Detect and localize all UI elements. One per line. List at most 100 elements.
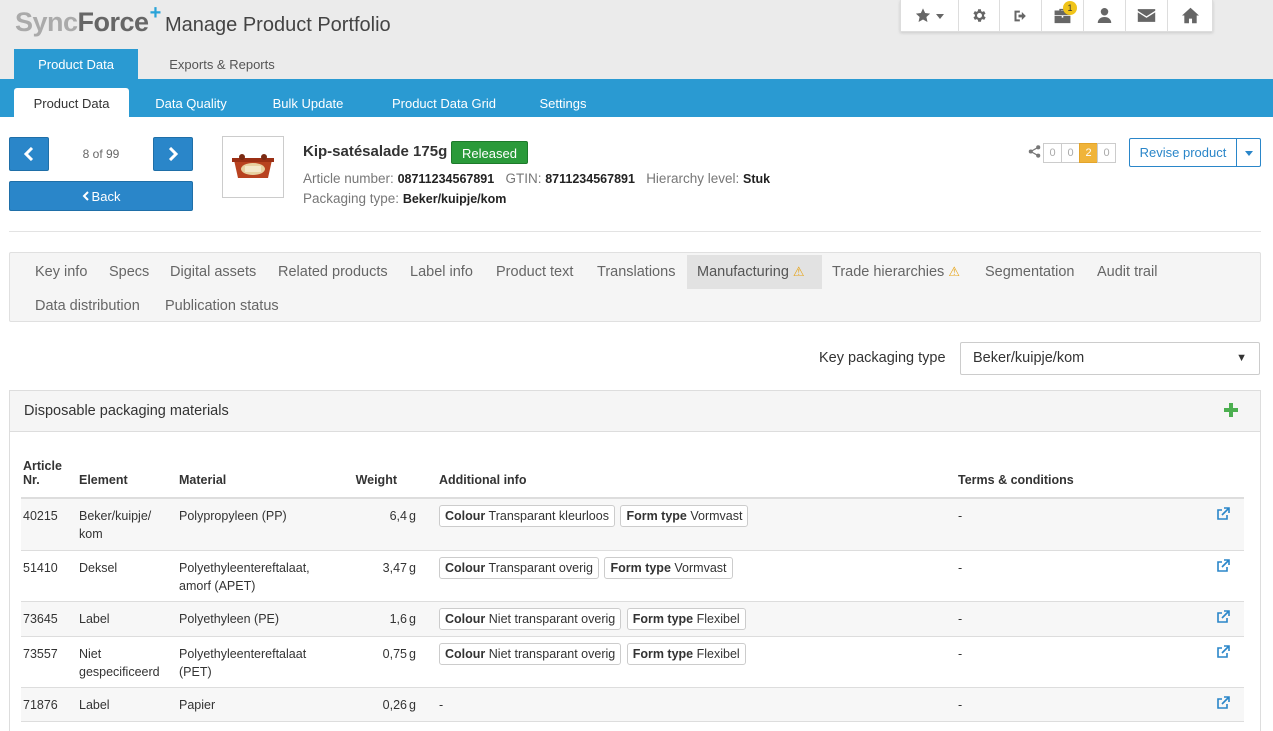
pager-count: 8 of 99 <box>82 147 120 161</box>
tab-translations[interactable]: Translations <box>597 255 675 289</box>
messages-button[interactable] <box>1126 0 1168 31</box>
tab-segmentation[interactable]: Segmentation <box>985 255 1074 289</box>
subnav-data-quality[interactable]: Data Quality <box>142 88 240 117</box>
open-link-button[interactable] <box>1196 687 1244 722</box>
share-icon[interactable] <box>1028 145 1041 161</box>
revise-product-dropdown[interactable] <box>1237 139 1260 166</box>
panel-header: Disposable packaging materials <box>10 391 1260 432</box>
distribution-counters[interactable]: 0 0 2 0 <box>1043 143 1116 163</box>
gtin-value: 8711234567891 <box>545 172 635 186</box>
table-row: 71876 Label Papier 0,26 g - - <box>21 687 1244 722</box>
open-link-button[interactable] <box>1196 601 1244 637</box>
tab-publication-status[interactable]: Publication status <box>165 289 279 323</box>
caret-down-icon <box>1244 150 1253 156</box>
user-icon <box>1097 8 1112 23</box>
table-row: 51410 Deksel Polyethyleentereftalaat, amo… <box>21 550 1244 602</box>
column-header-element[interactable]: Element <box>77 455 177 499</box>
packaging-type-value: Beker/kuipje/kom <box>402 192 507 206</box>
salad-tub-image <box>232 154 274 178</box>
settings-button[interactable] <box>959 0 1000 31</box>
chevron-left-icon <box>82 191 89 201</box>
tab-key-info[interactable]: Key info <box>35 255 87 289</box>
header-icon-bar: 1 <box>900 0 1213 32</box>
colour-tag: Colour Niet transparant overig <box>439 642 622 665</box>
tab-audit-trail[interactable]: Audit trail <box>1097 255 1157 289</box>
table-row: 73557 Niet gespecificeerd Polyethyleenter… <box>21 636 1244 688</box>
tab-label-info[interactable]: Label info <box>410 255 473 289</box>
sub-navigation: Product Data Data Quality Bulk Update Pr… <box>0 79 1273 117</box>
tab-data-distribution[interactable]: Data distribution <box>35 289 140 323</box>
product-thumbnail[interactable] <box>222 136 284 198</box>
counter: 0 <box>1061 143 1080 163</box>
counter: 0 <box>1097 143 1116 163</box>
column-header-article[interactable]: Article Nr. <box>21 455 77 499</box>
favorites-dropdown[interactable] <box>901 0 959 31</box>
main-tabs: Product Data Exports & Reports <box>0 49 1273 79</box>
revise-product-button[interactable]: Revise product <box>1130 139 1237 166</box>
tab-related-products[interactable]: Related products <box>278 255 388 289</box>
colour-tag: Colour Niet transparant overig <box>439 607 622 630</box>
plus-icon <box>1224 403 1238 417</box>
envelope-icon <box>1137 9 1156 22</box>
subnav-product-data[interactable]: Product Data <box>14 88 129 117</box>
home-icon <box>1181 7 1199 24</box>
notifications-button[interactable]: 1 <box>1042 0 1084 31</box>
top-header: SyncForce+ Manage Product Portfolio 1 <box>0 0 1273 49</box>
home-button[interactable] <box>1168 0 1212 31</box>
section-tabs: Key info Specs Digital assets Related pr… <box>9 252 1261 322</box>
tab-digital-assets[interactable]: Digital assets <box>170 255 256 289</box>
article-number-value: 08711234567891 <box>397 172 495 186</box>
warning-icon: ⚠ <box>792 264 805 279</box>
table-row: 73645 Label Polyethyleen (PE) 1,6 g Colo… <box>21 601 1244 637</box>
tab-specs[interactable]: Specs <box>109 255 149 289</box>
column-header-additional-info[interactable]: Additional info <box>437 455 956 499</box>
main-tab-product-data[interactable]: Product Data <box>14 49 138 79</box>
subnav-product-data-grid[interactable]: Product Data Grid <box>376 88 512 117</box>
sign-out-icon <box>1014 10 1026 21</box>
product-name: Kip-satésalade 175g <box>303 143 448 160</box>
column-header-material[interactable]: Material <box>177 455 337 499</box>
back-button[interactable]: Back <box>9 181 193 211</box>
table-header-row: Article Nr. Element Material Weight Addit… <box>21 455 1244 499</box>
packaging-materials-table: Article Nr. Element Material Weight Addit… <box>21 455 1244 722</box>
form-type-tag: Form type Vormvast <box>604 556 733 579</box>
caret-down-icon <box>936 13 944 19</box>
chevron-right-icon <box>168 147 179 161</box>
colour-tag: Colour Transparant overig <box>439 556 599 579</box>
counter: 0 <box>1043 143 1062 163</box>
syncforce-logo[interactable]: SyncForce+ <box>15 2 161 38</box>
revise-product-split-button: Revise product <box>1129 138 1261 167</box>
external-link-icon <box>1217 507 1230 520</box>
open-link-button[interactable] <box>1196 498 1244 551</box>
status-badge: Released <box>451 141 528 164</box>
open-link-button[interactable] <box>1196 550 1244 602</box>
warning-icon: ⚠ <box>948 264 960 279</box>
key-packaging-type-label: Key packaging type <box>819 350 946 366</box>
logout-button[interactable] <box>1000 0 1042 31</box>
previous-product-button[interactable] <box>9 137 49 171</box>
caret-down-icon: ▼ <box>1236 352 1247 364</box>
tab-manufacturing[interactable]: Manufacturing ⚠ <box>687 255 822 289</box>
main-tab-exports-reports[interactable]: Exports & Reports <box>152 49 292 79</box>
form-type-tag: Form type Vormvast <box>620 505 749 527</box>
column-header-terms[interactable]: Terms & conditions <box>956 455 1196 499</box>
subnav-bulk-update[interactable]: Bulk Update <box>259 88 357 117</box>
subnav-settings[interactable]: Settings <box>527 88 599 117</box>
column-header-weight[interactable]: Weight <box>337 455 407 499</box>
packaging-type-line: Packaging type: Beker/kuipje/kom <box>303 191 507 206</box>
notification-badge: 1 <box>1063 1 1077 15</box>
external-link-icon <box>1217 609 1230 623</box>
product-identifiers: Article number: 08711234567891 GTIN: 871… <box>303 171 771 186</box>
star-icon <box>915 8 931 22</box>
form-type-tag: Form type Flexibel <box>626 642 746 665</box>
key-packaging-type-select[interactable]: Beker/kuipje/kom ▼ <box>960 342 1260 375</box>
external-link-icon <box>1217 695 1230 709</box>
open-link-button[interactable] <box>1196 636 1244 688</box>
next-product-button[interactable] <box>153 137 193 171</box>
tab-product-text[interactable]: Product text <box>496 255 573 289</box>
gear-icon <box>972 9 986 22</box>
add-material-button[interactable] <box>1224 400 1238 420</box>
profile-button[interactable] <box>1084 0 1126 31</box>
tab-trade-hierarchies[interactable]: Trade hierarchies ⚠ <box>832 255 960 289</box>
hierarchy-level-value: Stuk <box>742 172 771 186</box>
